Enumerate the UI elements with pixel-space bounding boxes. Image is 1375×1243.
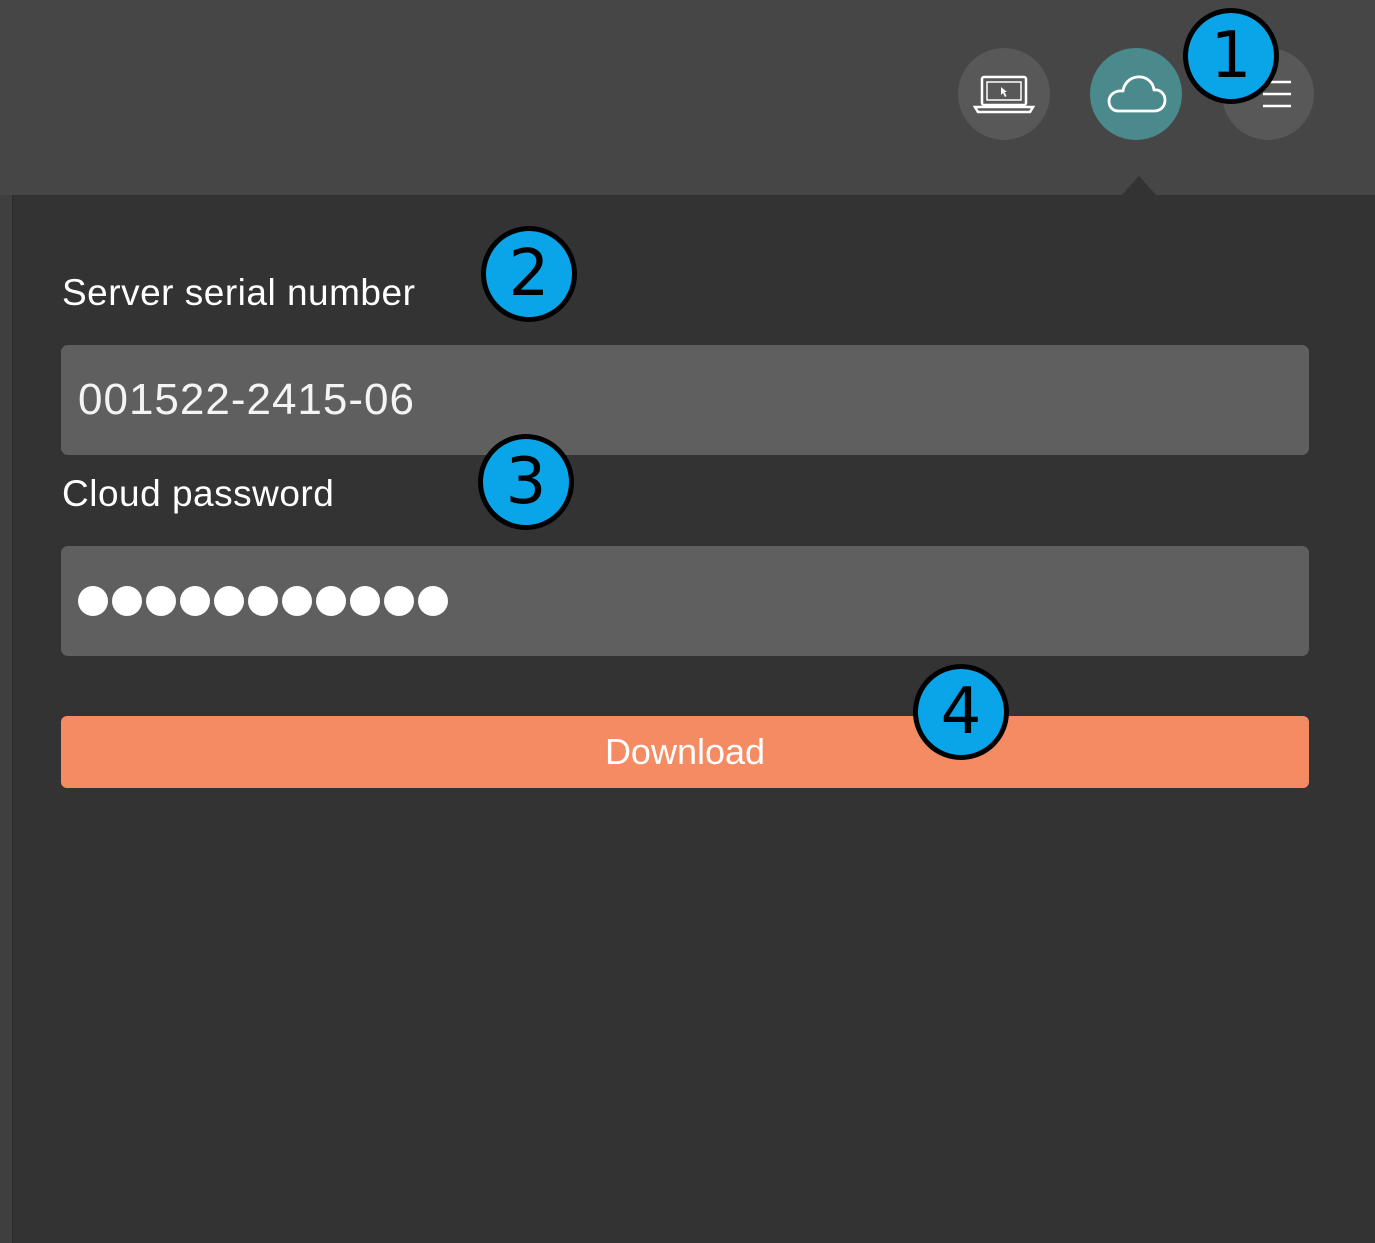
password-dot <box>214 586 244 616</box>
password-dot <box>282 586 312 616</box>
serial-label: Server serial number <box>62 272 416 313</box>
panel-pointer <box>1121 176 1157 196</box>
callout-4: 4 <box>913 664 1009 760</box>
callout-1: 1 <box>1183 8 1279 104</box>
password-mask <box>78 586 448 616</box>
password-dot <box>248 586 278 616</box>
password-dot <box>316 586 346 616</box>
cloud-icon <box>1107 75 1167 113</box>
password-dot <box>146 586 176 616</box>
left-panel-edge <box>0 195 13 1243</box>
password-dot <box>180 586 210 616</box>
password-label: Cloud password <box>62 473 335 514</box>
password-dot <box>418 586 448 616</box>
password-dot <box>112 586 142 616</box>
password-dot <box>78 586 108 616</box>
callout-2: 2 <box>481 226 577 322</box>
password-field[interactable] <box>61 546 1309 656</box>
password-dot <box>350 586 380 616</box>
callout-3: 3 <box>478 434 574 530</box>
password-dot <box>384 586 414 616</box>
desktop-button[interactable] <box>958 48 1050 140</box>
serial-value: 001522-2415-06 <box>78 375 415 424</box>
download-button[interactable]: Download <box>61 716 1309 788</box>
serial-field[interactable]: 001522-2415-06 <box>61 345 1309 455</box>
cloud-button[interactable] <box>1090 48 1182 140</box>
laptop-icon <box>973 75 1035 114</box>
